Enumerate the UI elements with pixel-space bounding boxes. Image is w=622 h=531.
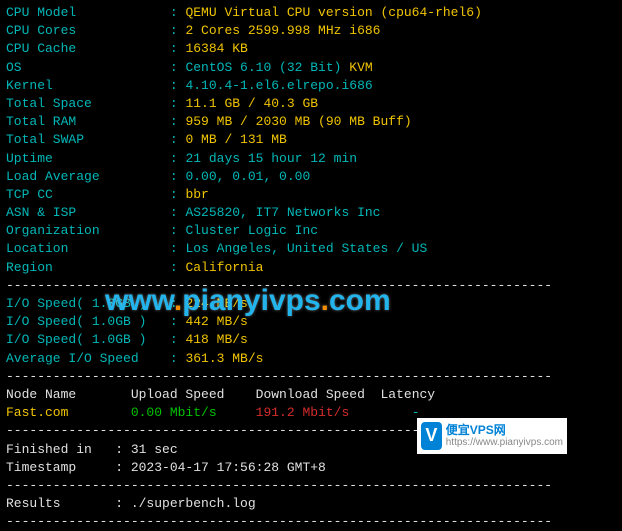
- tcp-cc-label: TCP CC: [6, 187, 170, 202]
- watermark-badge: V 便宜VPS网 https://www.pianyivps.com: [417, 418, 567, 454]
- region-value: California: [185, 260, 263, 275]
- separator: :: [170, 41, 186, 56]
- net-row-node: Fast.com: [6, 405, 131, 420]
- timestamp-value: 2023-04-17 17:56:28 GMT+8: [131, 460, 326, 475]
- badge-title: 便宜VPS网: [446, 423, 563, 437]
- separator: :: [170, 114, 186, 129]
- separator: :: [170, 78, 186, 93]
- separator: :: [170, 96, 186, 111]
- separator: :: [170, 169, 186, 184]
- separator: :: [170, 205, 186, 220]
- separator: :: [115, 460, 131, 475]
- timestamp-label: Timestamp: [6, 460, 115, 475]
- net-header-up: Upload Speed: [131, 387, 256, 402]
- separator: :: [115, 496, 131, 511]
- cpu-cores-value: 2 Cores 2599.998 MHz i686: [185, 23, 380, 38]
- separator: :: [170, 151, 186, 166]
- finished-label: Finished in: [6, 442, 115, 457]
- badge-icon: V: [421, 422, 442, 450]
- total-ram-value: 959 MB / 2030 MB (90 MB Buff): [185, 114, 411, 129]
- uptime-value: 21 days 15 hour 12 min: [185, 151, 357, 166]
- cpu-model-label: CPU Model: [6, 5, 170, 20]
- badge-url: https://www.pianyivps.com: [446, 437, 563, 449]
- net-row-down: 191.2 Mbit/s: [256, 405, 412, 420]
- separator: :: [170, 132, 186, 147]
- io-test1-label: I/O Speed( 1.0GB ): [6, 296, 170, 311]
- os-label: OS: [6, 60, 170, 75]
- io-test2-value: 442 MB/s: [185, 314, 247, 329]
- separator: :: [115, 442, 131, 457]
- cpu-cache-label: CPU Cache: [6, 41, 170, 56]
- total-space-label: Total Space: [6, 96, 170, 111]
- io-avg-value: 361.3 MB/s: [185, 351, 263, 366]
- total-space-value: 11.1 GB / 40.3 GB: [185, 96, 318, 111]
- separator: :: [170, 241, 186, 256]
- divider: ----------------------------------------…: [6, 513, 616, 531]
- separator: :: [170, 23, 186, 38]
- net-header-node: Node Name: [6, 387, 131, 402]
- location-label: Location: [6, 241, 170, 256]
- org-label: Organization: [6, 223, 170, 238]
- tcp-cc-value: bbr: [185, 187, 208, 202]
- separator: :: [170, 314, 186, 329]
- location-value: Los Angeles, United States / US: [185, 241, 427, 256]
- io-test3-value: 418 MB/s: [185, 332, 247, 347]
- os-value: CentOS 6.10 (32 Bit): [185, 60, 349, 75]
- finished-value: 31 sec: [131, 442, 178, 457]
- separator: :: [170, 223, 186, 238]
- cpu-cache-value: 16384 KB: [185, 41, 247, 56]
- divider: ----------------------------------------…: [6, 477, 616, 495]
- separator: :: [170, 296, 186, 311]
- kernel-value: 4.10.4-1.el6.elrepo.i686: [185, 78, 372, 93]
- separator: :: [170, 332, 186, 347]
- results-value: ./superbench.log: [131, 496, 256, 511]
- io-test3-label: I/O Speed( 1.0GB ): [6, 332, 170, 347]
- io-test1-value: 224 MB/s: [185, 296, 247, 311]
- net-row-up: 0.00 Mbit/s: [131, 405, 256, 420]
- region-label: Region: [6, 260, 170, 275]
- load-value: 0.00, 0.01, 0.00: [185, 169, 310, 184]
- net-header-latency: Latency: [380, 387, 458, 402]
- separator: :: [170, 5, 186, 20]
- total-swap-label: Total SWAP: [6, 132, 170, 147]
- total-ram-label: Total RAM: [6, 114, 170, 129]
- org-value: Cluster Logic Inc: [185, 223, 318, 238]
- divider: ----------------------------------------…: [6, 277, 616, 295]
- io-avg-label: Average I/O Speed: [6, 351, 170, 366]
- separator: :: [170, 187, 186, 202]
- separator: :: [170, 60, 186, 75]
- io-test2-label: I/O Speed( 1.0GB ): [6, 314, 170, 329]
- total-swap-value: 0 MB / 131 MB: [185, 132, 286, 147]
- divider: ----------------------------------------…: [6, 368, 616, 386]
- asn-value: AS25820, IT7 Networks Inc: [185, 205, 380, 220]
- uptime-label: Uptime: [6, 151, 170, 166]
- cpu-model-value: QEMU Virtual CPU version (cpu64-rhel6): [185, 5, 481, 20]
- separator: :: [170, 260, 186, 275]
- kernel-label: Kernel: [6, 78, 170, 93]
- os-virt: KVM: [349, 60, 372, 75]
- separator: :: [170, 351, 186, 366]
- load-label: Load Average: [6, 169, 170, 184]
- asn-label: ASN & ISP: [6, 205, 170, 220]
- results-label: Results: [6, 496, 115, 511]
- cpu-cores-label: CPU Cores: [6, 23, 170, 38]
- net-header-down: Download Speed: [256, 387, 381, 402]
